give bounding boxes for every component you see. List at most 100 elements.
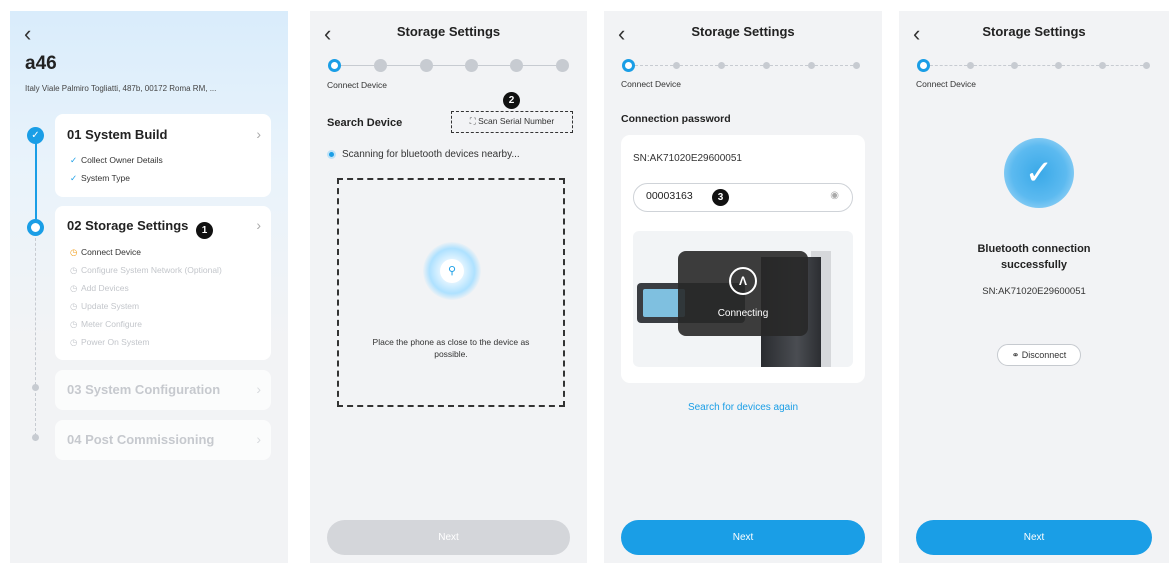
- search-device-panel: ‹ Storage Settings Connect Device 2 Sear…: [310, 11, 587, 563]
- clock-icon: ◷: [70, 337, 78, 347]
- connection-success-panel: ‹ Storage Settings Connect Device ✓ Blue…: [899, 11, 1169, 563]
- chevron-right-icon: ›: [256, 381, 261, 397]
- step-card-storage-settings[interactable]: 02 Storage Settings 1 › ◷ Connect Device …: [55, 206, 271, 360]
- search-icon: ⚲: [440, 259, 464, 283]
- step-progress: [917, 59, 1153, 73]
- eye-icon[interactable]: ◉: [830, 190, 839, 201]
- step-dot-active: [917, 59, 930, 72]
- clock-icon: ◷: [70, 265, 78, 275]
- placement-hint: Place the phone as close to the device a…: [372, 337, 530, 359]
- step-dot: [718, 62, 725, 69]
- substep-item: ✓ System Type: [70, 173, 130, 183]
- step-card-system-configuration[interactable]: 03 System Configuration ›: [55, 370, 271, 410]
- step-card-system-build[interactable]: 01 System Build › ✓ Collect Owner Details…: [55, 114, 271, 197]
- step-connector: [680, 65, 718, 66]
- step-connector: [930, 65, 967, 66]
- serial-number: SN:AK71020E29600051: [633, 153, 742, 164]
- scan-serial-number-button[interactable]: ⛶ Scan Serial Number: [451, 111, 573, 133]
- step-connector: [341, 65, 374, 66]
- clock-icon: ◷: [70, 283, 78, 293]
- step-dot: [465, 59, 478, 72]
- callout-badge: 1: [196, 222, 213, 239]
- connecting-text: Connecting: [717, 308, 769, 319]
- clock-icon: ◷: [70, 319, 78, 329]
- chevron-right-icon: ›: [256, 431, 261, 447]
- password-input[interactable]: [646, 190, 716, 202]
- connection-card: SN:AK71020E29600051 3 ◉ Λ Connecting: [621, 135, 865, 383]
- step-dot: [1011, 62, 1018, 69]
- step-dot-active: [328, 59, 341, 72]
- step-title: 02 Storage Settings: [67, 218, 189, 233]
- page-title: Storage Settings: [396, 24, 501, 39]
- substep-current: ◷ Connect Device: [70, 247, 142, 257]
- step-dot: [967, 62, 974, 69]
- scan-area: ⚲ Place the phone as close to the device…: [337, 178, 565, 407]
- progress-line-done: [35, 136, 37, 226]
- step-dot: [1055, 62, 1062, 69]
- site-address: Italy Viale Palmiro Togliatti, 487b, 001…: [25, 84, 217, 93]
- step-progress: [328, 59, 571, 73]
- step-title: 03 System Configuration: [67, 382, 221, 397]
- step-dot: [1099, 62, 1106, 69]
- step-pending-node: [32, 434, 39, 441]
- step-connector: [387, 65, 420, 66]
- step-dot-active: [622, 59, 635, 72]
- scanning-status: Scanning for bluetooth devices nearby...: [327, 149, 520, 160]
- connection-password-panel: ‹ Storage Settings Connect Device Connec…: [604, 11, 882, 563]
- step-connector: [815, 65, 853, 66]
- password-field[interactable]: 3 ◉: [633, 183, 853, 212]
- step-card-post-commissioning[interactable]: 04 Post Commissioning ›: [55, 420, 271, 460]
- check-icon: ✓: [70, 173, 78, 183]
- next-button[interactable]: Next: [916, 520, 1152, 555]
- substep-item: ◷ Update System: [70, 301, 140, 311]
- step-connector: [974, 65, 1011, 66]
- step-connector: [1062, 65, 1099, 66]
- substep-item: ✓ Collect Owner Details: [70, 155, 163, 165]
- current-step-label: Connect Device: [327, 80, 388, 90]
- section-label: Search Device: [327, 117, 403, 129]
- next-button[interactable]: Next: [621, 520, 865, 555]
- step-dot: [1143, 62, 1150, 69]
- chevron-right-icon: ›: [256, 217, 261, 233]
- scanning-glow: ⚲: [423, 242, 481, 300]
- connecting-illustration: Λ Connecting: [633, 231, 853, 367]
- serial-number: SN:AK71020E29600051: [982, 286, 1086, 297]
- step-connector: [478, 65, 510, 66]
- unlink-icon: ⚭: [1011, 350, 1020, 360]
- chevron-right-icon: ›: [256, 126, 261, 142]
- step-dot: [853, 62, 860, 69]
- clock-icon: ◷: [70, 301, 78, 311]
- step-dot: [374, 59, 387, 72]
- clock-icon: ◷: [70, 247, 78, 257]
- bluetooth-status-dot-icon: [327, 149, 336, 159]
- step-connector: [433, 65, 465, 66]
- back-chevron-icon[interactable]: ‹: [24, 23, 31, 45]
- current-step-label: Connect Device: [916, 79, 977, 89]
- success-message: Bluetooth connection successfully: [977, 243, 1091, 271]
- next-button[interactable]: Next: [327, 520, 570, 555]
- callout-badge: 3: [712, 189, 729, 206]
- step-dot: [420, 59, 433, 72]
- step-connector: [1018, 65, 1055, 66]
- step-connector: [1106, 65, 1143, 66]
- search-again-link[interactable]: Search for devices again: [604, 402, 882, 413]
- section-label: Connection password: [621, 113, 731, 125]
- step-dot: [556, 59, 569, 72]
- step-title: 01 System Build: [67, 127, 168, 142]
- step-dot: [763, 62, 770, 69]
- progress-line-pending: [35, 228, 36, 390]
- site-name: a46: [25, 53, 57, 74]
- scan-icon: ⛶: [469, 116, 476, 126]
- brand-logo-icon: Λ: [729, 267, 757, 295]
- step-dot: [673, 62, 680, 69]
- step-progress: [622, 59, 866, 73]
- step-connector: [523, 65, 556, 66]
- connecting-overlay: Λ Connecting: [678, 251, 808, 336]
- step-pending-node: [32, 384, 39, 391]
- substep-item: ◷ Add Devices: [70, 283, 129, 293]
- step-connector: [770, 65, 808, 66]
- disconnect-button[interactable]: ⚭ Disconnect: [997, 344, 1081, 366]
- page-title: Storage Settings: [982, 24, 1086, 39]
- step-connector: [635, 65, 673, 66]
- step-connector: [725, 65, 763, 66]
